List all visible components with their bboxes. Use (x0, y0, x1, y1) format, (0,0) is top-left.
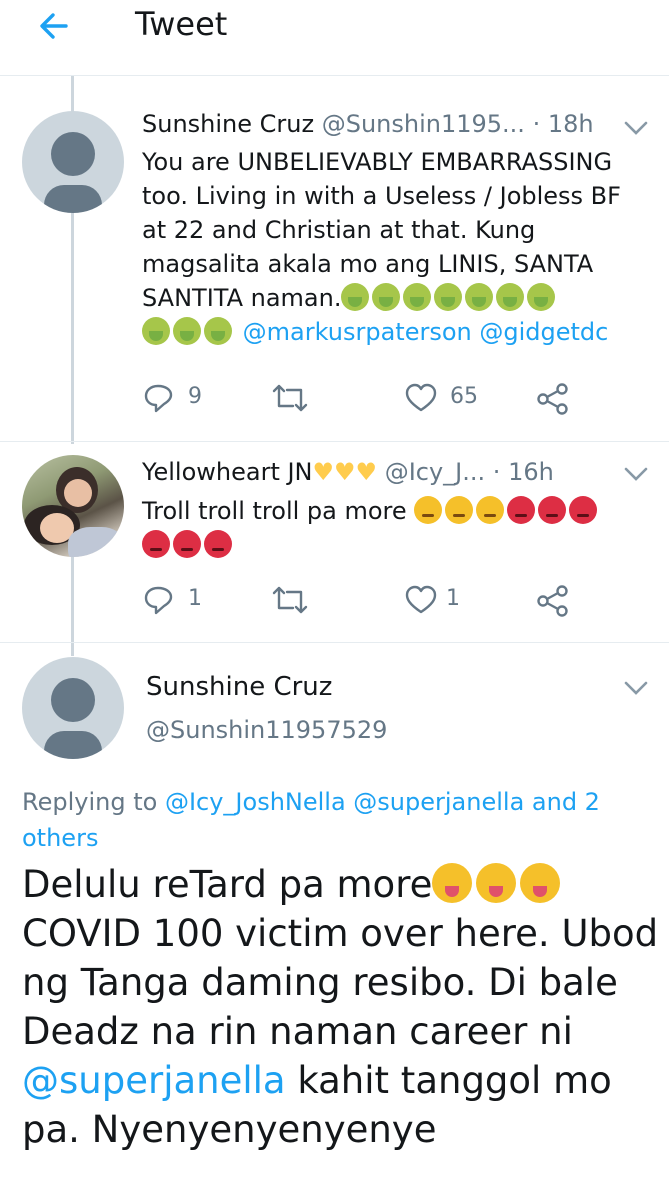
pouting-face-icon (142, 530, 170, 558)
chevron-down-icon[interactable] (622, 118, 650, 138)
retweet-icon (272, 384, 308, 412)
face-with-tongue-icon (520, 863, 561, 903)
reply-count: 9 (188, 384, 202, 409)
angry-face-icon (476, 496, 505, 524)
pouting-face-icon (538, 496, 567, 524)
tweet-text-fragment: Troll troll troll pa more (142, 497, 407, 525)
separator-dot: · (532, 110, 541, 138)
tweet-text: You are UNBELIEVABLY EMBARRASSING too. L… (142, 145, 642, 349)
yellow-heart-icon: ♥ (355, 458, 378, 486)
tweet-text-fragment: COVID 100 victim over here. Ubod ng Tang… (22, 912, 659, 1053)
tweet-actions: 9 65 (142, 378, 582, 418)
nauseated-face-icon (434, 283, 463, 311)
page-title: Tweet (135, 5, 228, 43)
avatar[interactable] (22, 657, 124, 759)
timestamp[interactable]: 16h (508, 458, 554, 486)
replying-label: Replying to (22, 788, 158, 816)
tweet-header: Sunshine Cruz @Sunshin1195... · 18h (142, 110, 594, 138)
thread-line (71, 212, 74, 444)
share-icon (537, 383, 568, 415)
timestamp[interactable]: 18h (548, 110, 594, 138)
mention-link[interactable]: @superjanella (22, 1059, 286, 1102)
avatar[interactable] (22, 111, 124, 213)
pouting-face-icon (173, 530, 201, 558)
nauseated-face-icon (372, 283, 401, 311)
angry-face-icon (445, 496, 474, 524)
avatar-photo[interactable] (22, 455, 124, 557)
tweet-header: Yellowheart JN♥♥♥ @Icy_J... · 16h (142, 458, 554, 486)
thread-line (71, 76, 74, 112)
angry-face-icon (414, 496, 443, 524)
display-name[interactable]: Yellowheart JN (142, 458, 313, 486)
nauseated-face-icon (403, 283, 432, 311)
yellow-heart-icon: ♥ (334, 458, 356, 486)
avatar-figure (68, 527, 124, 557)
chevron-down-icon[interactable] (622, 464, 650, 484)
tweet-text-line: magsalita akala mo ang LINIS, SANTA (142, 250, 594, 278)
pouting-face-icon (204, 530, 232, 558)
nauseated-face-icon (204, 317, 232, 345)
tweet-text-line-with-mentions: @markusrpaterson @gidgetdc (142, 315, 642, 349)
avatar-figure (64, 479, 92, 507)
mention-links[interactable]: @markusrpaterson @gidgetdc (243, 318, 609, 346)
tweet-emoji-line (142, 528, 642, 562)
top-bar: Tweet (0, 0, 669, 76)
winking-face-tongue-icon (432, 863, 473, 903)
replying-to: Replying to @Icy_JoshNella @superjanella… (22, 784, 642, 856)
tweet-text-fragment: Delulu reTard pa more (22, 863, 433, 906)
like-count: 65 (450, 384, 478, 409)
chevron-down-icon[interactable] (622, 678, 650, 698)
nauseated-face-icon (142, 317, 170, 345)
tweet-text: Troll troll troll pa more (142, 494, 642, 562)
nauseated-face-icon (496, 283, 525, 311)
retweet-icon (272, 586, 308, 614)
like-count: 1 (446, 586, 460, 611)
pouting-face-icon (507, 496, 536, 524)
nauseated-face-icon (341, 283, 370, 311)
tweet-text-line: too. Living in with a Useless / Jobless … (142, 182, 621, 210)
reply-count: 1 (188, 586, 202, 611)
pouting-face-icon (569, 496, 598, 524)
tweet-actions: 1 1 (142, 580, 582, 620)
squinting-face-tongue-icon (476, 863, 517, 903)
divider (0, 441, 669, 442)
reply-icon (144, 586, 173, 615)
replying-to-links[interactable]: @Icy_JoshNella @superjanella and 2 (165, 788, 600, 816)
back-arrow-icon[interactable] (36, 8, 72, 44)
replying-to-others-link[interactable]: others (22, 824, 98, 852)
tweet-text-line: at 22 and Christian at that. Kung (142, 216, 536, 244)
nauseated-face-icon (465, 283, 494, 311)
display-name[interactable]: Sunshine Cruz (142, 110, 314, 138)
nauseated-face-icon (527, 283, 556, 311)
thread-line (71, 556, 74, 656)
yellow-heart-icon: ♥ (312, 458, 335, 486)
tweet-text-line-with-emojis: Troll troll troll pa more (142, 494, 642, 528)
default-profile-icon (44, 678, 102, 759)
tweet-text-fragment: SANTITA naman. (142, 284, 342, 312)
user-handle[interactable]: @Icy_J... (385, 458, 485, 486)
user-handle[interactable]: @Sunshin1195... (322, 110, 525, 138)
display-name[interactable]: Sunshine Cruz (146, 672, 332, 702)
tweet-text-line-with-emojis: SANTITA naman. (142, 281, 642, 315)
tweet-text-line: You are UNBELIEVABLY EMBARRASSING (142, 148, 613, 176)
nauseated-face-icon (173, 317, 201, 345)
separator-dot: · (492, 458, 501, 486)
main-tweet-text: Delulu reTard pa more COVID 100 victim o… (22, 860, 662, 1154)
reply-icon (144, 384, 173, 413)
user-handle[interactable]: @Sunshin11957529 (146, 716, 387, 744)
share-icon (537, 585, 568, 617)
heart-icon (405, 585, 437, 614)
divider (0, 642, 669, 643)
heart-icon (405, 383, 437, 412)
default-profile-icon (44, 132, 102, 213)
